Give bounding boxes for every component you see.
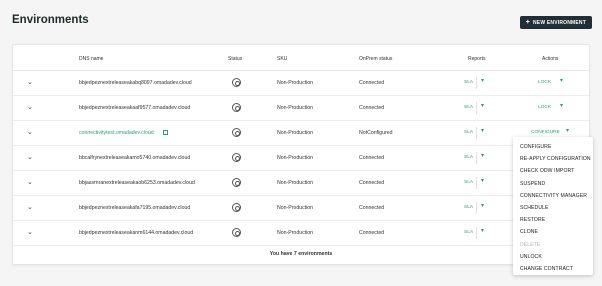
onprem-status-value: Connected xyxy=(359,180,385,186)
chevron-down-icon[interactable]: ▾ xyxy=(481,227,484,234)
divider xyxy=(476,127,477,139)
status-icon xyxy=(232,78,241,87)
dns-name: bbjaavmranextreleaseakaob6253.omadadev.c… xyxy=(79,180,195,186)
chevron-down-icon[interactable]: ⌄ xyxy=(27,204,35,212)
menu-item-schedule[interactable]: SCHEDULE xyxy=(513,202,593,214)
sku-value: Non-Production xyxy=(277,80,314,86)
divider xyxy=(476,152,477,164)
menu-item-suspend[interactable]: SUSPEND xyxy=(513,178,593,190)
dns-name: bbjedpeznextreleaseakabq8097.omadadev.cl… xyxy=(79,80,192,86)
sla-report-link[interactable]: SLA xyxy=(464,230,473,235)
chevron-down-icon[interactable]: ▾ xyxy=(481,127,484,134)
sku-value: Non-Production xyxy=(277,105,314,111)
table-row[interactable]: ⌄ bbjaavmranextreleaseakaob6253.omadadev.… xyxy=(13,171,589,196)
table-row[interactable]: ⌄ connectivitytest.omadadev.cloud Non-Prod… xyxy=(13,121,589,146)
menu-item-restore[interactable]: RESTORE xyxy=(513,214,593,226)
menu-item-unlock[interactable]: UNLOCK xyxy=(513,251,593,263)
chevron-down-icon[interactable]: ▾ xyxy=(566,127,569,134)
table-header: DNS name Status SKU OnPrem status Report… xyxy=(13,45,589,71)
sku-value: Non-Production xyxy=(277,155,314,161)
table-row[interactable]: ⌄ bbcalfrynextreleaseakamo5740.omadadev.c… xyxy=(13,146,589,171)
dns-name: bbjedpeznextreleaseakaaf9577.omadadev.cl… xyxy=(79,105,191,111)
dns-name: bbjedpeznextreleaseakafa7195.omadadev.cl… xyxy=(79,205,191,211)
menu-item-connectivity-manager[interactable]: CONNECTIVITY MANAGER xyxy=(513,190,593,202)
sla-report-link[interactable]: SLA xyxy=(464,105,473,110)
sla-report-link[interactable]: SLA xyxy=(464,155,473,160)
menu-item-check-odw-import[interactable]: CHECK ODW IMPORT xyxy=(513,165,593,177)
onprem-status-value: Connected xyxy=(359,230,385,236)
chevron-down-icon[interactable]: ⌄ xyxy=(27,104,35,112)
page-title: Environments xyxy=(12,14,89,26)
status-icon xyxy=(232,128,241,137)
column-status: Status xyxy=(228,56,243,62)
chevron-down-icon[interactable]: ⌄ xyxy=(27,154,35,162)
status-icon xyxy=(232,103,241,112)
new-environment-label: NEW ENVIRONMENT xyxy=(533,20,586,26)
onprem-status-value: NotConfigured xyxy=(359,130,393,136)
environment-count: You have 7 environments xyxy=(269,251,333,257)
chevron-down-icon[interactable]: ⌄ xyxy=(27,79,35,87)
chevron-down-icon[interactable]: ▾ xyxy=(481,177,484,184)
table-row[interactable]: ⌄ bbjedpeznextreleaseakanm6144.omadadev.c… xyxy=(13,221,589,246)
divider xyxy=(476,202,477,214)
column-actions: Actions xyxy=(542,56,559,62)
dns-name[interactable]: connectivitytest.omadadev.cloud xyxy=(79,130,154,136)
chevron-down-icon[interactable]: ▾ xyxy=(481,202,484,209)
sla-report-link[interactable]: SLA xyxy=(464,80,473,85)
menu-item-delete: DELETE xyxy=(520,241,541,248)
dns-name: bbjedpeznextreleaseakanm6144.omadadev.cl… xyxy=(79,230,194,236)
sla-report-link[interactable]: SLA xyxy=(464,205,473,210)
status-icon xyxy=(232,228,241,237)
primary-action-button[interactable]: CONFIGURE xyxy=(531,130,560,135)
new-environment-button[interactable]: + NEW ENVIRONMENT xyxy=(519,16,592,29)
divider xyxy=(476,102,477,114)
onprem-status-value: Connected xyxy=(359,155,385,161)
column-dns-name: DNS name xyxy=(79,56,104,62)
chevron-down-icon[interactable]: ⌄ xyxy=(27,129,35,137)
menu-item-clone[interactable]: CLONE xyxy=(513,226,593,238)
onprem-status-value: Connected xyxy=(359,80,385,86)
sla-report-link[interactable]: SLA xyxy=(464,130,473,135)
primary-action-button[interactable]: LOCK xyxy=(538,105,551,110)
chevron-down-icon[interactable]: ▾ xyxy=(481,152,484,159)
sla-report-link[interactable]: SLA xyxy=(464,180,473,185)
menu-item-change-contract[interactable]: CHANGE CONTRACT xyxy=(513,263,593,275)
onprem-status-value: Connected xyxy=(359,205,385,211)
menu-item-configure[interactable]: CONFIGURE xyxy=(513,141,593,153)
sku-value: Non-Production xyxy=(277,230,314,236)
environments-table-card: DNS name Status SKU OnPrem status Report… xyxy=(12,44,590,265)
table-row[interactable]: ⌄ bbjedpeznextreleaseakabq8097.omadadev.c… xyxy=(13,71,589,96)
status-icon xyxy=(232,178,241,187)
chevron-down-icon[interactable]: ▾ xyxy=(560,102,563,109)
external-link-icon[interactable] xyxy=(163,130,168,135)
sku-value: Non-Production xyxy=(277,130,314,136)
page-header: Environments + NEW ENVIRONMENT xyxy=(10,12,592,34)
actions-dropdown-menu: CONFIGURE RE-APPLY CONFIGURATION CHECK ODW… xyxy=(513,137,593,275)
table-row[interactable]: ⌄ bbjedpeznextreleaseakaaf9577.omadadev.c… xyxy=(13,96,589,121)
plus-icon: + xyxy=(525,19,530,26)
sku-value: Non-Production xyxy=(277,180,314,186)
onprem-status-value: Connected xyxy=(359,105,385,111)
chevron-down-icon[interactable]: ⌄ xyxy=(27,179,35,187)
status-icon xyxy=(232,203,241,212)
status-icon xyxy=(232,153,241,162)
column-sku: SKU xyxy=(277,56,288,62)
dns-name: bbcalfrynextreleaseakamo5740.omadadev.cl… xyxy=(79,155,191,161)
table-row[interactable]: ⌄ bbjedpeznextreleaseakafa7195.omadadev.c… xyxy=(13,196,589,221)
chevron-down-icon[interactable]: ▾ xyxy=(560,77,563,84)
chevron-down-icon[interactable]: ▾ xyxy=(481,102,484,109)
column-onprem-status: OnPrem status xyxy=(359,56,393,62)
divider xyxy=(476,77,477,89)
sku-value: Non-Production xyxy=(277,205,314,211)
chevron-down-icon[interactable]: ⌄ xyxy=(27,229,35,237)
menu-item-re-apply-configuration[interactable]: RE-APPLY CONFIGURATION xyxy=(513,153,593,165)
divider xyxy=(476,227,477,239)
primary-action-button[interactable]: LOCK xyxy=(538,80,551,85)
chevron-down-icon[interactable]: ▾ xyxy=(481,77,484,84)
divider xyxy=(476,177,477,189)
column-reports: Reports xyxy=(468,56,486,62)
